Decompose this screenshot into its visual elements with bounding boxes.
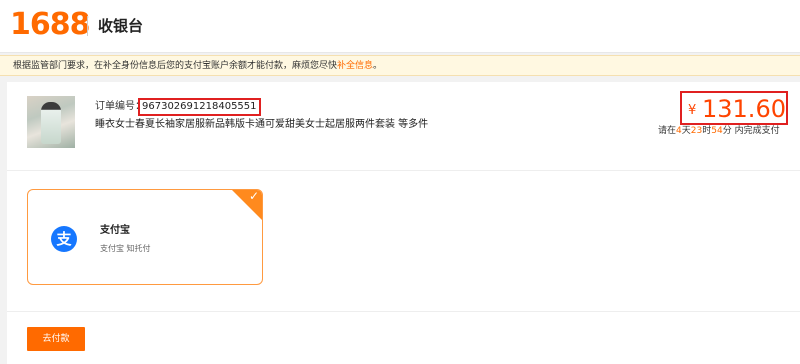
deadline-suffix: 内完成支付 [731,126,780,136]
check-icon: ✓ [248,189,259,203]
deadline-prefix: 请在 [658,126,677,136]
deadline-minutes: 54 [711,126,723,136]
product-title: 睡衣女士春夏长袖家居服新品韩版卡通可爱甜美女士起居服两件套装 等多件 [95,119,429,130]
currency-symbol: ¥ [688,103,697,118]
complete-info-link[interactable]: 补全信息 [337,61,373,71]
pay-button[interactable]: 去付款 [27,327,85,351]
deadline-minutes-unit: 分 [722,126,732,136]
payment-method-name: 支付宝 [100,225,130,236]
notice-text: 根据监管部门要求，在补全身份信息后您的支付宝账户余额才能付款，麻烦您尽快 [13,61,338,71]
order-number: 967302691218405551 [138,98,261,116]
logo-1688[interactable]: 1688 [10,6,90,44]
notice-suffix: 。 [373,61,383,71]
logo-divider [87,16,88,36]
order-summary: 订单编号： 967302691218405551 睡衣女士春夏长袖家居服新品韩版… [7,82,800,171]
payment-method-desc: 支付宝 知托付 [100,244,151,253]
alipay-icon: 支 [51,226,77,252]
payment-deadline: 请在4天23时54分 内完成支付 [658,125,780,138]
order-amount: ¥ 131.60 [680,91,788,125]
identity-notice-bar: 根据监管部门要求，在补全身份信息后您的支付宝账户余额才能付款，麻烦您尽快补全信息… [0,55,800,76]
product-image [41,102,61,144]
deadline-days-unit: 天 [681,126,691,136]
payment-methods: ✓ 支 支付宝 支付宝 知托付 [7,171,800,312]
header: 1688 收银台 [0,0,800,53]
page-title: 收银台 [98,17,144,35]
alipay-option[interactable]: ✓ 支 支付宝 支付宝 知托付 [27,189,263,285]
amount-value: 131.60 [702,95,786,123]
product-thumbnail [27,96,75,148]
cashier-main: 订单编号： 967302691218405551 睡衣女士春夏长袖家居服新品韩版… [7,82,800,364]
deadline-hours-unit: 时 [702,126,712,136]
deadline-hours: 23 [690,126,703,136]
